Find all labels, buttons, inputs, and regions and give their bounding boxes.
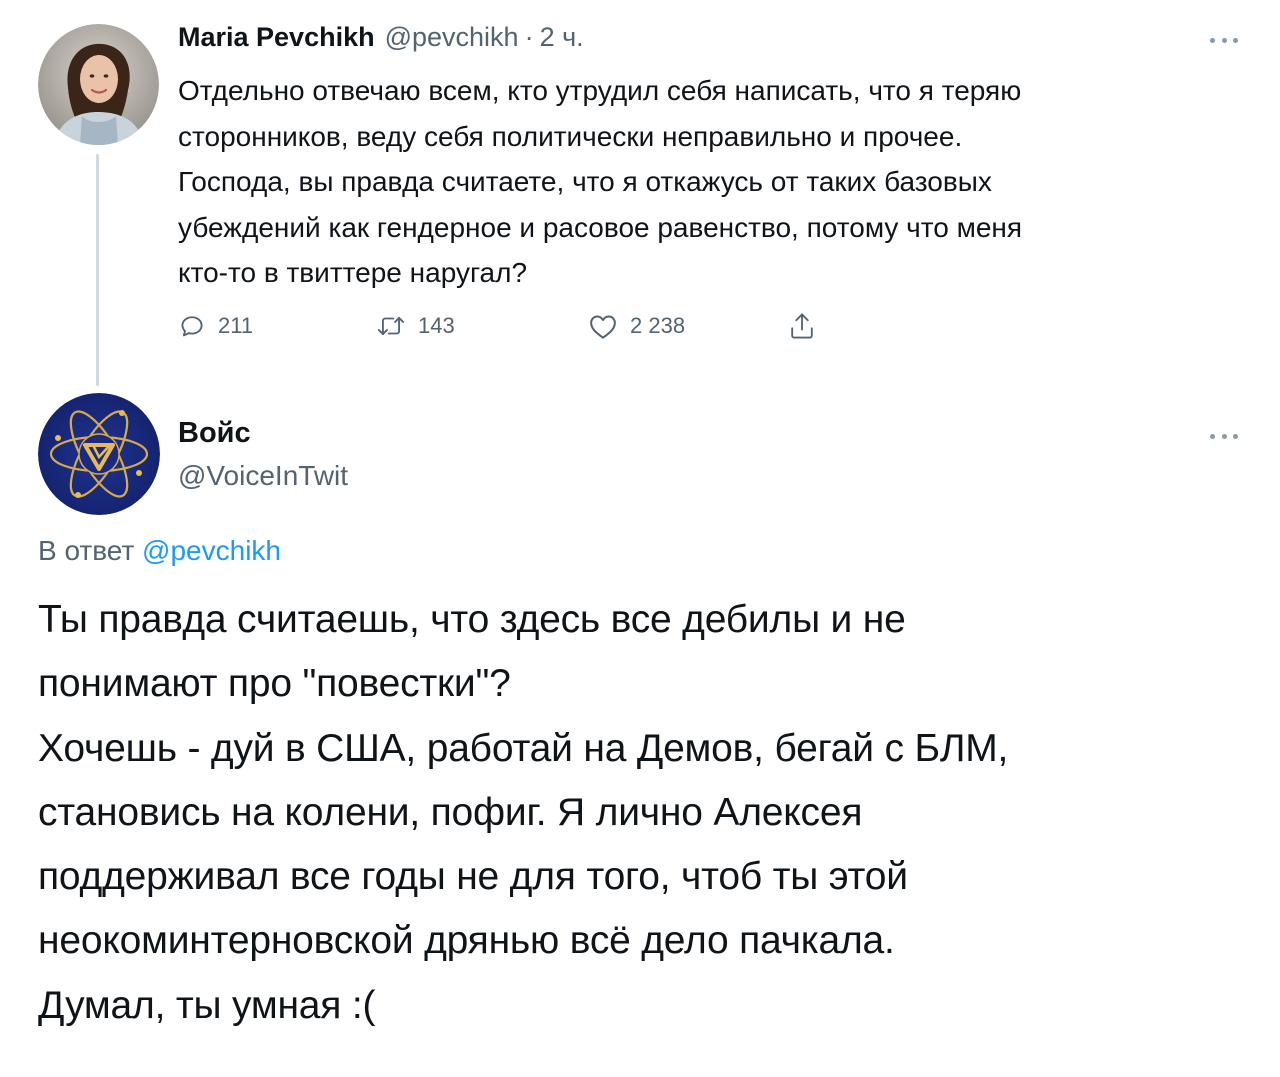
reply-count: 211	[218, 313, 254, 338]
parent-timestamp[interactable]: 2 ч.	[540, 22, 584, 53]
reply-author-avatar[interactable]	[38, 393, 160, 515]
parent-tweet-actions: 211 143 2 238	[178, 306, 878, 346]
reply-text-line: неокоминтерновской дрянью всё дело пачка…	[38, 919, 895, 963]
parent-author-handle[interactable]: @pevchikh	[385, 22, 519, 53]
reply-text-line: поддерживал все годы не для того, чтоб т…	[38, 855, 908, 899]
reply-bubble-icon	[181, 316, 203, 337]
parent-text-line: Отдельно отвечаю всем, кто утрудил себя …	[178, 75, 1022, 106]
replying-to-mention-link[interactable]: @pevchikh	[142, 535, 281, 566]
parent-author-avatar[interactable]	[38, 24, 159, 145]
parent-text-line: Господа, вы правда считаете, что я откаж…	[178, 166, 992, 197]
retweet-count: 143	[418, 313, 455, 338]
thread-connector-line	[96, 154, 99, 386]
share-button[interactable]	[788, 306, 816, 346]
retweet-button[interactable]: 143	[376, 306, 455, 346]
reply-text-line: Хочешь - дуй в США, работай на Демов, бе…	[38, 726, 1009, 770]
reply-author-handle[interactable]: @VoiceInTwit	[178, 460, 348, 492]
parent-text-line: кто-то в твиттере наругал?	[178, 257, 528, 288]
more-horizontal-icon[interactable]	[1206, 426, 1242, 446]
reply-text-line: становись на колени, пофиг. Я лично Алек…	[38, 790, 863, 834]
retweet-icon	[377, 317, 405, 335]
reply-text-line: Ты правда считаешь, что здесь все дебилы…	[38, 598, 906, 641]
more-horizontal-icon[interactable]	[1206, 30, 1242, 50]
reply-text-line: понимают про "повестки"?	[38, 662, 511, 706]
like-count: 2 238	[630, 313, 686, 338]
header-separator: ·	[524, 22, 534, 52]
heart-icon	[590, 315, 616, 339]
parent-text-line: сторонников, веду себя политически непра…	[178, 120, 963, 152]
parent-author-name[interactable]: Maria Pevchikh	[178, 22, 375, 53]
parent-tweet-text: Отдельно отвечаю всем, кто утрудил себя …	[178, 68, 1238, 296]
replying-to-label: В ответ @pevchikh	[38, 535, 281, 567]
reply-button[interactable]: 211	[178, 306, 253, 346]
share-icon	[791, 313, 813, 339]
reply-text-line: Думал, ты умная :(	[38, 983, 376, 1027]
reply-tweet-text: Ты правда считаешь, что здесь все дебилы…	[38, 588, 1238, 1038]
reply-author-name[interactable]: Войс	[178, 417, 251, 450]
parent-tweet-header: Maria Pevchikh @pevchikh · 2 ч.	[178, 22, 584, 58]
parent-text-line: убеждений как гендерное и расовое равенс…	[178, 211, 1023, 243]
like-button[interactable]: 2 238	[588, 306, 685, 346]
replying-to-prefix: В ответ	[38, 535, 135, 566]
